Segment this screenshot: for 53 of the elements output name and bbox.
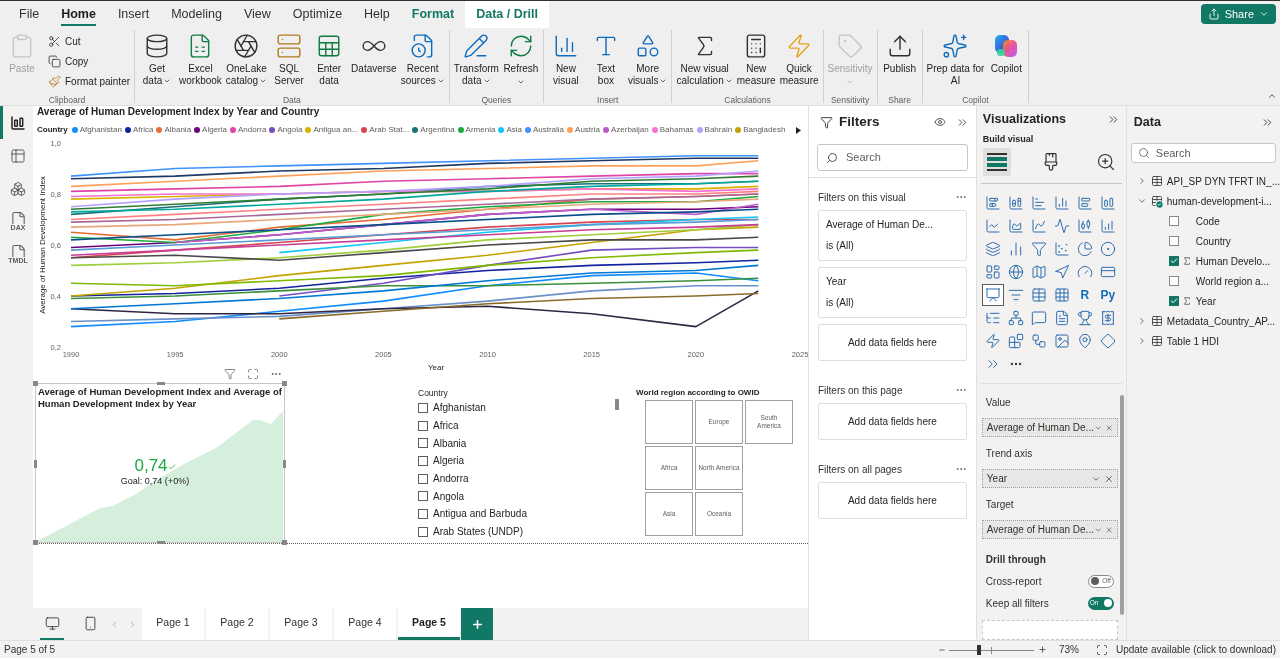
legend-label: Bangladesh (743, 124, 786, 136)
ribbon-group-label: Clipboard (48, 95, 86, 105)
section-title: Filters on this page (818, 383, 903, 398)
y-axis-title: Average of Human Development Index (38, 176, 47, 314)
toggle-label: Keep all filters (985, 596, 1049, 611)
ribbon-group-label: Insert (597, 95, 619, 105)
filter-condition: is (All) (826, 240, 855, 252)
legend-label: Arab Stat... (369, 124, 410, 136)
kpi-title: Average of Human Development Index and Average of Human Development Index by Year (37, 385, 283, 410)
legend-label: Andorra (238, 124, 267, 136)
kpi-value: 0,74 (134, 456, 168, 476)
section-title: Drill through (984, 553, 1047, 567)
ribbon-group-label: Queries (481, 95, 512, 105)
toggle-label: Cross-report (985, 574, 1042, 589)
legend-label: Antigua an... (313, 124, 359, 136)
field-well-title: Trend axis (984, 446, 1034, 461)
ribbon-group-label: Share (888, 95, 911, 105)
legend-label: Bahrain (704, 124, 733, 136)
filter-condition: is (All) (826, 297, 855, 309)
kpi-goal: Goal: 0,74 (+0%) (120, 476, 190, 487)
treemap-title: World region according to OWID (636, 388, 761, 398)
field-well-title: Value (984, 395, 1012, 410)
section-title: Filters on all pages (818, 462, 902, 477)
legend-label: Albania (164, 124, 192, 136)
legend-label: Algeria (202, 124, 227, 136)
pane-title: Filters (839, 112, 880, 131)
chart-title: Average of Human Development Index by Year and Country (36, 106, 320, 118)
ribbon-group-label: Sensitivity (830, 95, 870, 105)
section-title: Filters on this visual (818, 190, 906, 205)
ribbon-group-label: Copilot (962, 95, 989, 105)
legend-label: Africa (132, 124, 154, 136)
legend-label: Afghanistan (79, 124, 122, 136)
ribbon-group-label: Calculations (724, 95, 771, 105)
legend-label: Armenia (465, 124, 496, 136)
pane-title: Visualizations (982, 111, 1066, 129)
filter-field-name: Year (826, 276, 848, 288)
legend-label: Angola (277, 124, 303, 136)
legend-label: Azerbaijan (610, 124, 649, 136)
legend-label: Asia (506, 124, 522, 136)
zoom-percentage: 73% (1058, 643, 1079, 657)
legend-label: Australia (532, 124, 565, 136)
legend-label: Bahamas (659, 124, 694, 136)
slicer-title: Country (418, 388, 449, 398)
page-count-label: Page 5 of 5 (3, 643, 56, 657)
legend-label: Argentina (420, 124, 455, 136)
legend-label: Austria (575, 124, 600, 136)
legend-title: Country (37, 124, 68, 136)
pane-title: Data (1133, 113, 1161, 131)
ribbon-group-label: Data (282, 95, 301, 105)
x-axis-title: Year (427, 363, 445, 372)
filter-field-name: Average of Human De... (826, 219, 935, 231)
pane-subtitle: Build visual (981, 133, 1035, 145)
field-well-title: Target (984, 497, 1015, 512)
